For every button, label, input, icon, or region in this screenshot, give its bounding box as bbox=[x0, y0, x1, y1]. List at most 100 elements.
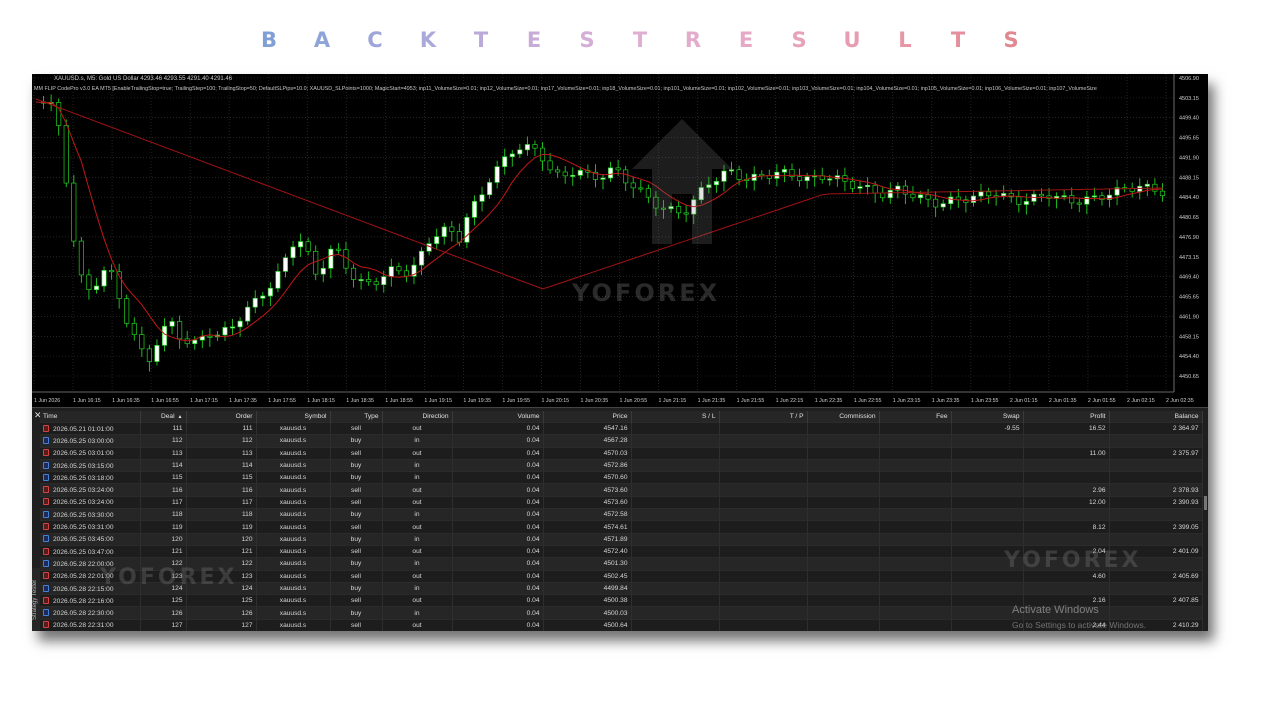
cell-symbol: xauusd.s bbox=[256, 544, 331, 558]
table-row[interactable]: 2026.05.25 03:00:00 112 112 xauusd.s buy in 0.… bbox=[40, 434, 1203, 448]
candle-body bbox=[494, 166, 500, 183]
cell-deal: 120 bbox=[140, 532, 187, 546]
table-row[interactable]: 2026.05.25 03:18:00 115 115 xauusd.s buy in 0.… bbox=[40, 471, 1203, 484]
candle-body bbox=[986, 191, 992, 197]
cell-symbol: xauusd.s bbox=[256, 569, 331, 583]
cell-text: 114 bbox=[171, 462, 183, 470]
candle-body bbox=[1144, 183, 1150, 187]
column-header[interactable]: Profit bbox=[1023, 411, 1110, 423]
cell-order: 119 bbox=[186, 520, 257, 534]
column-header[interactable]: Type bbox=[330, 411, 383, 423]
cell-text: 111 bbox=[172, 425, 183, 433]
cell-order: 114 bbox=[186, 458, 257, 472]
x-tick-label: 1 Jun 22:55 bbox=[854, 398, 882, 404]
cell-price: 4500.03 bbox=[543, 606, 632, 620]
cell-text: 4567.28 bbox=[603, 437, 628, 445]
cell-commission bbox=[807, 458, 880, 472]
cell-symbol: xauusd.s bbox=[256, 458, 331, 472]
cell-text: 126 bbox=[171, 609, 183, 617]
column-header[interactable]: Fee bbox=[879, 411, 952, 423]
deals-panel: ✕ Strategy Tester Time Deal ▲ Order Symbol Ty… bbox=[32, 407, 1208, 631]
cell-text: xauusd.s bbox=[279, 486, 307, 494]
candle-body bbox=[305, 241, 311, 252]
cell-text: -9.55 bbox=[1004, 425, 1020, 433]
cell-deal: 111 bbox=[140, 421, 187, 435]
column-header[interactable]: Swap bbox=[951, 411, 1024, 423]
cell-text: 117 bbox=[171, 498, 183, 506]
x-tick-label: 2 Jun 01:55 bbox=[1088, 398, 1116, 404]
candle-body bbox=[169, 321, 175, 327]
cell-fee bbox=[879, 458, 952, 472]
cell-text: buy bbox=[350, 535, 362, 543]
table-row[interactable]: 2026.05.25 03:15:00 114 114 xauusd.s buy in 0.… bbox=[40, 458, 1203, 472]
cell-text: 4570.03 bbox=[603, 449, 628, 457]
table-row[interactable]: 2026.05.25 03:30:00 118 118 xauusd.s buy in 0.… bbox=[40, 508, 1203, 521]
buy-deal-icon bbox=[43, 436, 49, 444]
cell-text: 2026.05.25 03:00:00 bbox=[53, 437, 114, 445]
banner-letter: T bbox=[473, 28, 489, 52]
cell-time: 2026.05.25 03:01:00 bbox=[40, 446, 141, 460]
column-header[interactable]: Deal ▲ bbox=[140, 411, 187, 423]
cell-text: 125 bbox=[241, 597, 253, 605]
x-tick-label: 1 Jun 16:15 bbox=[73, 398, 101, 404]
cell-commission bbox=[807, 606, 880, 620]
cell-deal: 114 bbox=[140, 458, 187, 472]
table-row[interactable]: 2026.05.25 03:01:00 113 113 xauusd.s sell out… bbox=[40, 446, 1203, 460]
table-row[interactable]: 2026.05.25 03:31:00 119 119 xauusd.s sell out… bbox=[40, 520, 1203, 534]
candle-body bbox=[1069, 195, 1075, 204]
cell-text: 124 bbox=[241, 585, 253, 592]
cell-direction: in bbox=[382, 471, 453, 484]
candle-body bbox=[676, 206, 682, 214]
table-row[interactable]: 2026.05.25 03:24:00 116 116 xauusd.s sell out… bbox=[40, 483, 1203, 497]
table-scrollbar[interactable] bbox=[1204, 496, 1207, 510]
candle-body bbox=[547, 160, 553, 171]
cell-symbol: xauusd.s bbox=[256, 508, 331, 521]
column-header[interactable]: Symbol bbox=[256, 411, 331, 423]
cell-text: 4572.58 bbox=[603, 511, 628, 519]
cell-swap bbox=[951, 532, 1024, 546]
column-header[interactable]: Price bbox=[543, 411, 632, 423]
cell-sl bbox=[631, 520, 720, 534]
activate-windows-subtitle[interactable]: Go to Settings to activate Windows. bbox=[1012, 620, 1146, 630]
cell-deal: 126 bbox=[140, 606, 187, 620]
column-header-label: T / P bbox=[789, 413, 804, 420]
cell-text: 117 bbox=[241, 498, 253, 506]
candle-body bbox=[71, 182, 77, 242]
sell-deal-icon bbox=[43, 449, 49, 457]
deals-table: Time Deal ▲ Order Symbol Type Direction Volume P… bbox=[40, 411, 1203, 631]
table-row[interactable]: 2026.05.25 03:24:00 117 117 xauusd.s sell out… bbox=[40, 495, 1203, 509]
cell-price: 4567.28 bbox=[543, 434, 632, 448]
column-header-label: Type bbox=[364, 413, 379, 420]
strategy-tester-tab[interactable]: Strategy Tester bbox=[32, 568, 40, 631]
cell-direction: out bbox=[382, 495, 453, 509]
cell-text: 2026.05.28 22:31:00 bbox=[53, 622, 114, 630]
column-header-label: Symbol bbox=[304, 413, 327, 420]
cell-tp bbox=[719, 544, 808, 558]
price-chart[interactable]: 4506.90 4503.15 4499.40 4495.65 4491.90 4488.… bbox=[32, 74, 1208, 407]
x-tick-label: 2 Jun 01:15 bbox=[1010, 398, 1038, 404]
cell-text: 119 bbox=[241, 523, 253, 531]
cell-text: xauusd.s bbox=[279, 535, 307, 543]
column-header[interactable]: Direction bbox=[382, 411, 453, 423]
column-header[interactable]: T / P bbox=[719, 411, 808, 423]
x-tick-label: 1 Jun 22:35 bbox=[815, 398, 843, 404]
candle-body bbox=[1001, 193, 1007, 197]
cell-symbol: xauusd.s bbox=[256, 594, 331, 607]
table-row[interactable]: 2026.05.25 03:45:00 120 120 xauusd.s buy in 0.… bbox=[40, 532, 1203, 546]
table-row[interactable]: 2026.05.21 01:01:00 111 111 xauusd.s sell out… bbox=[40, 421, 1203, 435]
cell-fee bbox=[879, 421, 952, 435]
column-header[interactable]: S / L bbox=[631, 411, 720, 423]
candle-body bbox=[804, 176, 810, 182]
cell-text: 118 bbox=[171, 511, 183, 519]
cell-balance: 2 375.97 bbox=[1109, 446, 1203, 460]
cell-text: 0.04 bbox=[526, 437, 540, 445]
column-header[interactable]: Order bbox=[186, 411, 257, 423]
column-header[interactable]: Time bbox=[40, 411, 141, 423]
cell-sl bbox=[631, 618, 720, 631]
column-header[interactable]: Volume bbox=[452, 411, 544, 423]
column-header[interactable]: Commission bbox=[807, 411, 880, 423]
cell-text: 4.60 bbox=[1092, 572, 1106, 580]
banner-letter: K bbox=[419, 28, 437, 52]
candle-body bbox=[615, 167, 621, 171]
column-header[interactable]: Balance bbox=[1109, 411, 1203, 423]
